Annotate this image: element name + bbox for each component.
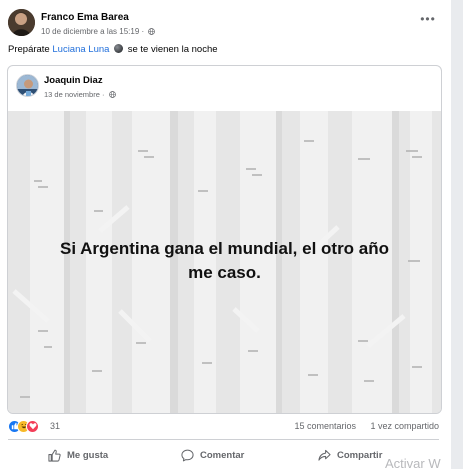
author-name[interactable]: Franco Ema Barea: [41, 12, 129, 23]
image-caption: Si Argentina gana el mundial, el otro añ…: [8, 237, 441, 285]
more-options-button[interactable]: •••: [418, 13, 438, 29]
caption-line-1: Si Argentina gana el mundial, el otro añ…: [59, 239, 390, 258]
shared-meta: 13 de noviembre ·: [44, 90, 116, 99]
post-text-before: Prepárate: [8, 44, 50, 55]
post-meta: 10 de diciembre a las 15:19 ·: [41, 27, 156, 36]
activation-watermark: Activar W: [385, 456, 441, 469]
shared-author-avatar[interactable]: [16, 74, 39, 97]
shared-post-header: Joaquin Diaz 13 de noviembre ·: [16, 74, 433, 102]
thumbs-up-icon: [48, 449, 61, 462]
comment-label: Comentar: [200, 449, 245, 461]
like-label: Me gusta: [67, 449, 109, 461]
globe-icon: [148, 28, 156, 35]
reactions-row: 31 15 comentarios 1 vez compartido: [8, 420, 439, 434]
share-label: Compartir: [337, 449, 383, 461]
comments-count[interactable]: 15 comentarios: [294, 421, 356, 431]
mention-link[interactable]: Luciana Luna: [52, 44, 109, 55]
share-arrow-icon: [318, 449, 331, 461]
shared-meta-separator: ·: [101, 90, 105, 99]
love-reaction-icon: [26, 420, 39, 433]
post-timestamp[interactable]: 10 de diciembre a las 15:19: [41, 27, 139, 36]
caption-line-2: me caso.: [188, 263, 261, 282]
action-bar: Me gusta Comentar Compartir: [8, 444, 439, 468]
shared-image[interactable]: Si Argentina gana el mundial, el otro añ…: [8, 111, 441, 413]
post-text: Prepárate Luciana Luna se te vienen la n…: [8, 44, 218, 55]
post-text-after: se te vienen la noche: [127, 44, 218, 55]
globe-icon: [108, 91, 116, 98]
shares-count[interactable]: 1 vez compartido: [370, 421, 439, 431]
shared-timestamp[interactable]: 13 de noviembre: [44, 90, 100, 99]
like-button[interactable]: Me gusta: [48, 444, 108, 466]
post-header: Franco Ema Barea 10 de diciembre a las 1…: [8, 9, 443, 39]
shared-post[interactable]: Joaquin Diaz 13 de noviembre · Si Argent…: [7, 65, 442, 414]
post-card: Franco Ema Barea 10 de diciembre a las 1…: [0, 0, 451, 469]
comment-icon: [181, 449, 194, 461]
divider: [8, 439, 439, 440]
reaction-count[interactable]: 31: [50, 421, 60, 431]
new-moon-icon: [114, 44, 124, 53]
shared-author-name[interactable]: Joaquin Diaz: [44, 75, 103, 86]
author-avatar[interactable]: [8, 9, 35, 36]
reaction-icons[interactable]: [8, 420, 48, 433]
meta-separator: ·: [141, 27, 147, 36]
share-button[interactable]: Compartir: [318, 444, 382, 466]
comment-button[interactable]: Comentar: [181, 444, 244, 466]
